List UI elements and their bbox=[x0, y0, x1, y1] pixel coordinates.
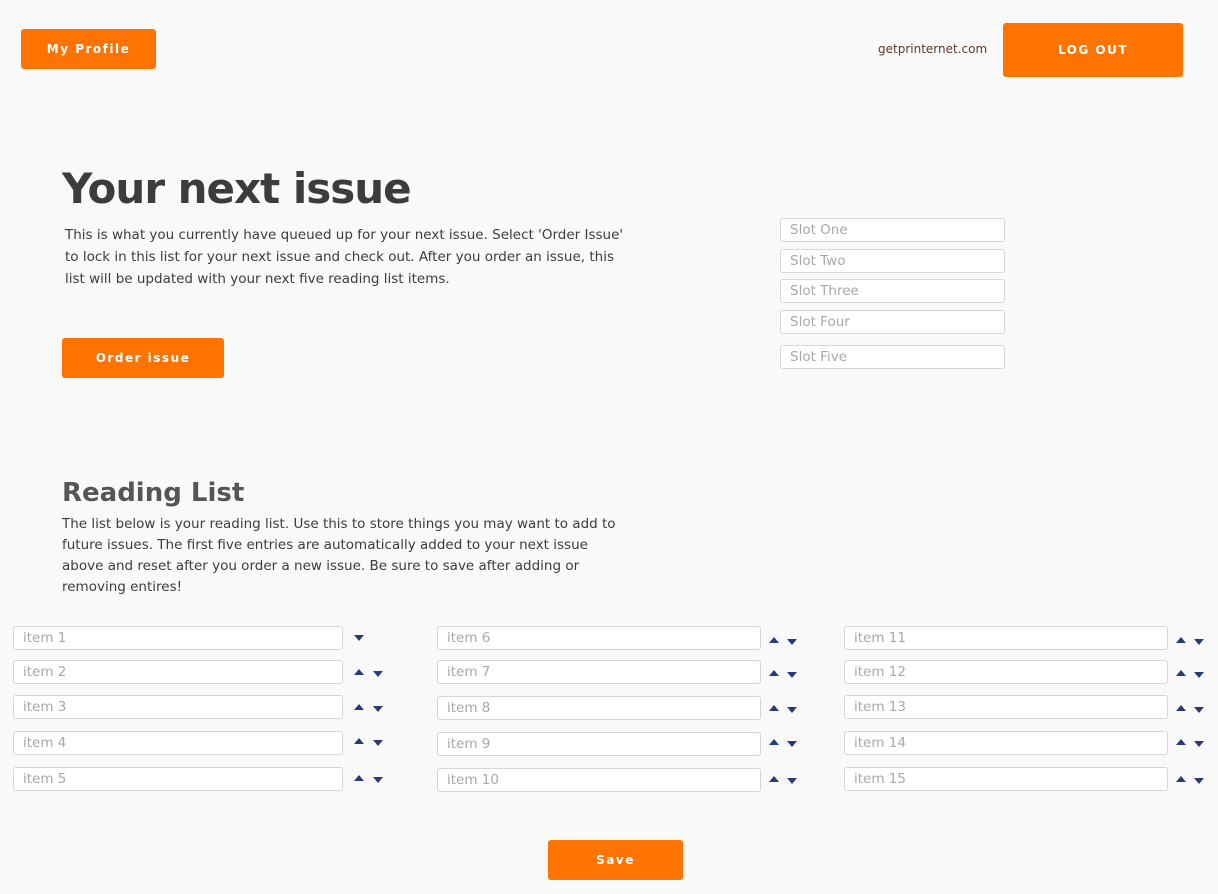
move-up-icon[interactable] bbox=[1176, 705, 1186, 711]
move-up-icon[interactable] bbox=[769, 705, 779, 711]
reading-list-item-9[interactable] bbox=[437, 732, 761, 756]
move-down-icon[interactable] bbox=[373, 777, 383, 783]
slot-three-input[interactable] bbox=[780, 279, 1005, 303]
reading-list-item-2[interactable] bbox=[13, 660, 343, 684]
move-up-icon[interactable] bbox=[354, 775, 364, 781]
reading-list-item-15[interactable] bbox=[844, 767, 1168, 791]
move-down-icon[interactable] bbox=[1194, 741, 1204, 747]
move-down-icon[interactable] bbox=[1194, 778, 1204, 784]
move-up-icon[interactable] bbox=[769, 670, 779, 676]
reading-list-item-13[interactable] bbox=[844, 695, 1168, 719]
move-down-icon[interactable] bbox=[1194, 672, 1204, 678]
slot-one-input[interactable] bbox=[780, 218, 1005, 242]
move-up-icon[interactable] bbox=[769, 637, 779, 643]
move-down-icon[interactable] bbox=[787, 778, 797, 784]
reading-list-item-11[interactable] bbox=[844, 626, 1168, 650]
reading-list-item-14[interactable] bbox=[844, 731, 1168, 755]
reading-list-item-7[interactable] bbox=[437, 660, 761, 684]
reading-list-item-3[interactable] bbox=[13, 695, 343, 719]
move-down-icon[interactable] bbox=[787, 707, 797, 713]
save-button[interactable]: Save bbox=[548, 840, 683, 880]
reading-list-item-5[interactable] bbox=[13, 767, 343, 791]
slot-five-input[interactable] bbox=[780, 345, 1005, 369]
reading-list-item-8[interactable] bbox=[437, 696, 761, 720]
move-down-icon[interactable] bbox=[373, 671, 383, 677]
move-down-icon[interactable] bbox=[787, 639, 797, 645]
reading-list-description: The list below is your reading list. Use… bbox=[62, 516, 616, 595]
reading-list-item-10[interactable] bbox=[437, 768, 761, 792]
move-down-icon[interactable] bbox=[1194, 707, 1204, 713]
move-down-icon[interactable] bbox=[373, 740, 383, 746]
reading-list-title: Reading List bbox=[62, 478, 245, 508]
reading-list-item-4[interactable] bbox=[13, 731, 343, 755]
move-down-icon[interactable] bbox=[787, 672, 797, 678]
move-down-icon[interactable] bbox=[1194, 639, 1204, 645]
move-up-icon[interactable] bbox=[354, 669, 364, 675]
move-up-icon[interactable] bbox=[1176, 637, 1186, 643]
move-up-icon[interactable] bbox=[354, 738, 364, 744]
move-up-icon[interactable] bbox=[769, 739, 779, 745]
move-down-icon[interactable] bbox=[787, 741, 797, 747]
reading-list-item-1[interactable] bbox=[13, 626, 343, 650]
logout-button[interactable]: LOG OUT bbox=[1003, 23, 1183, 77]
move-up-icon[interactable] bbox=[1176, 739, 1186, 745]
slot-four-input[interactable] bbox=[780, 310, 1005, 334]
site-link[interactable]: getprinternet.com bbox=[878, 42, 987, 56]
move-up-icon[interactable] bbox=[1176, 670, 1186, 676]
reading-list-item-6[interactable] bbox=[437, 626, 761, 650]
slot-two-input[interactable] bbox=[780, 249, 1005, 273]
move-up-icon[interactable] bbox=[769, 776, 779, 782]
order-issue-button[interactable]: Order issue bbox=[62, 338, 224, 378]
move-up-icon[interactable] bbox=[1176, 776, 1186, 782]
next-issue-description: This is what you currently have queued u… bbox=[65, 227, 624, 287]
my-profile-button[interactable]: My Profile bbox=[21, 29, 156, 69]
move-up-icon[interactable] bbox=[354, 704, 364, 710]
move-down-icon[interactable] bbox=[354, 635, 364, 641]
move-down-icon[interactable] bbox=[373, 706, 383, 712]
reading-list-item-12[interactable] bbox=[844, 660, 1168, 684]
page-title: Your next issue bbox=[62, 164, 412, 213]
